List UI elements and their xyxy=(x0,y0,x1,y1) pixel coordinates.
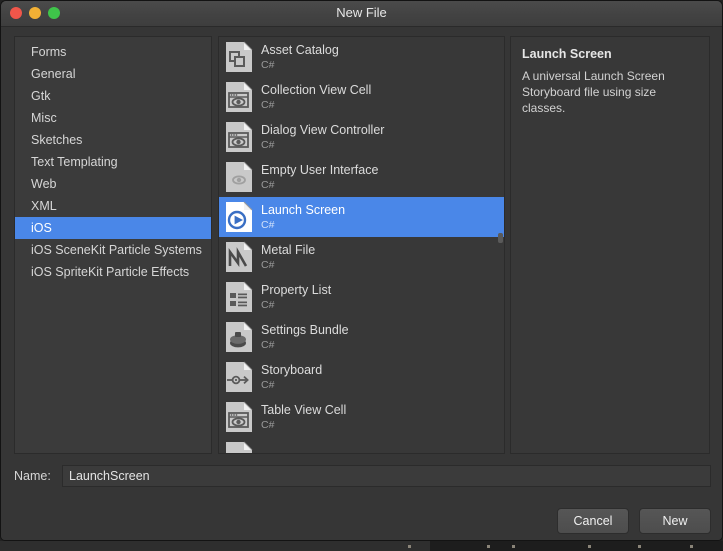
asset-catalog-icon xyxy=(225,41,253,73)
window-titlebar: New File xyxy=(1,1,722,27)
template-language: C# xyxy=(261,58,275,71)
template-item-table-view-cell[interactable]: Table View Cell C# xyxy=(219,397,504,437)
template-details-pane: Launch Screen A universal Launch Screen … xyxy=(510,36,710,454)
template-title: Launch Screen xyxy=(261,203,346,218)
template-item-empty-user-interface[interactable]: Empty User Interface C# xyxy=(219,157,504,197)
categories-pane: Forms General Gtk Misc Sketches Text Templati… xyxy=(14,36,212,454)
backdrop-tick xyxy=(638,545,641,548)
template-text: Launch Screen C# xyxy=(261,203,345,230)
name-input[interactable] xyxy=(62,465,711,487)
cancel-button[interactable]: Cancel xyxy=(557,508,629,534)
backdrop-tick xyxy=(408,545,411,548)
backdrop-tick xyxy=(512,545,515,548)
dialog-body: Forms General Gtk Misc Sketches Text Templati… xyxy=(1,27,722,540)
category-item-web[interactable]: Web xyxy=(15,173,211,195)
window-title: New File xyxy=(336,5,387,20)
template-title: Dialog View Controller xyxy=(261,123,385,138)
template-item-settings-bundle[interactable]: Settings Bundle C# xyxy=(219,317,504,357)
template-item-property-list[interactable]: Property List C# xyxy=(219,277,504,317)
templates-scrollbar[interactable] xyxy=(498,233,503,243)
template-title: Property List xyxy=(261,283,332,298)
name-row: Name: xyxy=(14,465,711,487)
template-language: C# xyxy=(261,138,275,151)
storyboard-icon xyxy=(225,361,253,393)
category-item-misc[interactable]: Misc xyxy=(15,107,211,129)
backdrop-strip xyxy=(430,541,723,551)
templates-pane: Asset Catalog C# Collection View Cell C# Dia… xyxy=(218,36,505,454)
template-language: C# xyxy=(261,338,275,351)
template-item-storyboard[interactable]: Storyboard C# xyxy=(219,357,504,397)
template-text: Metal File C# xyxy=(261,243,315,270)
template-item-partial[interactable] xyxy=(219,437,504,453)
template-item-metal-file[interactable]: Metal File C# xyxy=(219,237,504,277)
template-language: C# xyxy=(261,98,275,111)
template-text: Table View Cell C# xyxy=(261,403,346,430)
category-item-forms[interactable]: Forms xyxy=(15,41,211,63)
template-text: Property List C# xyxy=(261,283,331,310)
category-item-gtk[interactable]: Gtk xyxy=(15,85,211,107)
detail-title: Launch Screen xyxy=(522,47,612,61)
empty-user-interface-icon xyxy=(225,161,253,193)
template-item-dialog-view-controller[interactable]: Dialog View Controller C# xyxy=(219,117,504,157)
template-text: Settings Bundle C# xyxy=(261,323,349,350)
detail-description: A universal Launch Screen Storyboard fil… xyxy=(522,69,665,116)
category-item-ios-spritekit-particle-effects[interactable]: iOS SpriteKit Particle Effects xyxy=(15,261,211,283)
template-language: C# xyxy=(261,298,275,311)
file-icon xyxy=(225,441,253,453)
new-button[interactable]: New xyxy=(639,508,711,534)
category-list[interactable]: Forms General Gtk Misc Sketches Text Templati… xyxy=(15,37,211,283)
collection-view-cell-icon xyxy=(225,81,253,113)
template-language: C# xyxy=(261,378,275,391)
backdrop-strip xyxy=(0,541,430,551)
template-text: Dialog View Controller C# xyxy=(261,123,384,150)
template-text: Storyboard C# xyxy=(261,363,322,390)
template-title: Storyboard xyxy=(261,363,323,378)
template-title: Settings Bundle xyxy=(261,323,349,338)
table-view-cell-icon xyxy=(225,401,253,433)
metal-file-icon xyxy=(225,241,253,273)
template-text: Asset Catalog C# xyxy=(261,43,339,70)
launch-screen-icon xyxy=(225,201,253,233)
template-title: Asset Catalog xyxy=(261,43,339,58)
template-language: C# xyxy=(261,258,275,271)
template-item-asset-catalog[interactable]: Asset Catalog C# xyxy=(219,37,504,77)
template-item-launch-screen[interactable]: Launch Screen C# xyxy=(219,197,504,237)
template-title: Metal File xyxy=(261,243,316,258)
backdrop-tick xyxy=(588,545,591,548)
backdrop-tick xyxy=(487,545,490,548)
dialog-view-controller-icon xyxy=(225,121,253,153)
category-item-ios[interactable]: iOS xyxy=(15,217,211,239)
category-item-text-templating[interactable]: Text Templating xyxy=(15,151,211,173)
category-item-sketches[interactable]: Sketches xyxy=(15,129,211,151)
template-list[interactable]: Asset Catalog C# Collection View Cell C# Dia… xyxy=(219,37,504,453)
category-item-ios-scenekit-particle-systems[interactable]: iOS SceneKit Particle Systems xyxy=(15,239,211,261)
template-title: Collection View Cell xyxy=(261,83,372,98)
template-language: C# xyxy=(261,178,275,191)
category-item-general[interactable]: General xyxy=(15,63,211,85)
template-text: Collection View Cell C# xyxy=(261,83,371,110)
template-item-collection-view-cell[interactable]: Collection View Cell C# xyxy=(219,77,504,117)
template-text: Empty User Interface C# xyxy=(261,163,378,190)
template-language: C# xyxy=(261,418,275,431)
settings-bundle-icon xyxy=(225,321,253,353)
template-language: C# xyxy=(261,218,275,231)
property-list-icon xyxy=(225,281,253,313)
category-item-xml[interactable]: XML xyxy=(15,195,211,217)
template-title: Table View Cell xyxy=(261,403,347,418)
template-title: Empty User Interface xyxy=(261,163,379,178)
backdrop-tick xyxy=(690,545,693,548)
new-file-dialog: New File Forms General Gtk Misc Sketches Text… xyxy=(0,0,723,541)
footer-buttons: Cancel New xyxy=(557,508,711,534)
name-label: Name: xyxy=(14,469,51,483)
